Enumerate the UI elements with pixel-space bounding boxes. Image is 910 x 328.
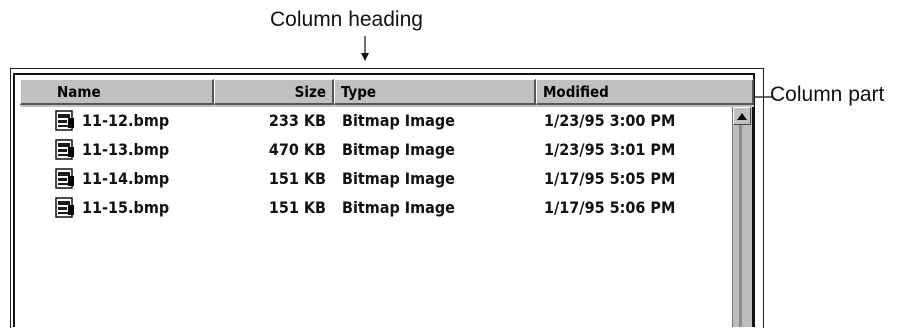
column-header-type[interactable]: Type xyxy=(334,79,536,105)
file-modified: 1/23/95 3:00 PM xyxy=(544,111,676,130)
file-name: 11-15.bmp xyxy=(82,198,170,217)
list-item[interactable]: 11-12.bmp 233 KB Bitmap Image 1/23/95 3:… xyxy=(20,107,732,136)
list-item[interactable]: 11-13.bmp 470 KB Bitmap Image 1/23/95 3:… xyxy=(20,136,732,165)
scroll-up-button[interactable] xyxy=(733,107,751,125)
column-header-modified[interactable]: Modified xyxy=(536,79,754,105)
bitmap-file-icon xyxy=(55,110,74,131)
column-header-bar: Name Size Type Modified xyxy=(20,79,754,107)
file-modified: 1/23/95 3:01 PM xyxy=(544,140,676,159)
column-part-callout: Column part xyxy=(770,83,885,106)
file-type: Bitmap Image xyxy=(342,111,455,130)
column-header-name[interactable]: Name xyxy=(20,79,214,105)
file-type: Bitmap Image xyxy=(342,169,455,188)
column-heading-callout: Column heading xyxy=(270,8,423,31)
list-item[interactable]: 11-14.bmp 151 KB Bitmap Image 1/17/95 5:… xyxy=(20,165,732,194)
file-size: 151 KB xyxy=(268,198,326,217)
bitmap-file-icon xyxy=(55,197,74,218)
up-arrow-icon xyxy=(737,112,747,120)
scroll-track[interactable] xyxy=(733,125,751,327)
file-modified: 1/17/95 5:05 PM xyxy=(544,169,676,188)
file-size: 233 KB xyxy=(268,111,326,130)
file-size: 470 KB xyxy=(268,140,326,159)
file-type: Bitmap Image xyxy=(342,140,455,159)
bitmap-file-icon xyxy=(55,168,74,189)
file-type: Bitmap Image xyxy=(342,198,455,217)
file-size: 151 KB xyxy=(268,169,326,188)
bitmap-file-icon xyxy=(55,139,74,160)
list-item[interactable]: 11-15.bmp 151 KB Bitmap Image 1/17/95 5:… xyxy=(20,194,732,223)
file-name: 11-14.bmp xyxy=(82,169,170,188)
window-right-border xyxy=(752,107,754,327)
column-header-size[interactable]: Size xyxy=(214,79,334,105)
file-modified: 1/17/95 5:06 PM xyxy=(544,198,676,217)
callout-arrow-down xyxy=(361,36,369,61)
file-name: 11-13.bmp xyxy=(82,140,170,159)
file-name: 11-12.bmp xyxy=(82,111,170,130)
vertical-scrollbar[interactable] xyxy=(732,107,753,327)
file-list: 11-12.bmp 233 KB Bitmap Image 1/23/95 3:… xyxy=(20,107,732,327)
